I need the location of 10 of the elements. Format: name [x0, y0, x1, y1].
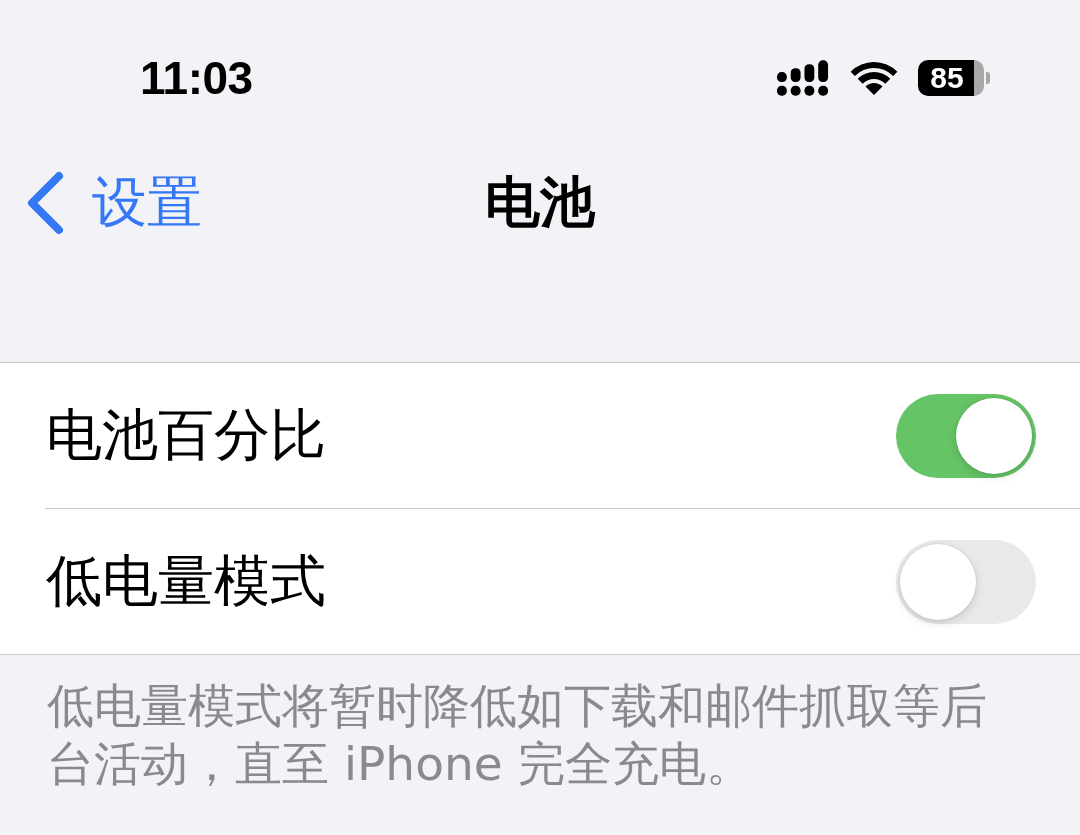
footer-note: 低电量模式将暂时降低如下载和邮件抓取等后台活动，直至 iPhone 完全充电。: [46, 677, 988, 793]
page-title: 电池: [485, 169, 595, 236]
signal-icon: [777, 60, 830, 96]
setting-label: 电池百分比: [46, 400, 326, 469]
back-button[interactable]: 设置: [0, 166, 202, 240]
chevron-icon: [26, 171, 64, 235]
status-time: 11:03: [140, 51, 253, 105]
battery-percentage: 85: [930, 63, 964, 93]
setting-label: 低电量模式: [46, 546, 326, 615]
wifi-icon: [850, 60, 898, 96]
